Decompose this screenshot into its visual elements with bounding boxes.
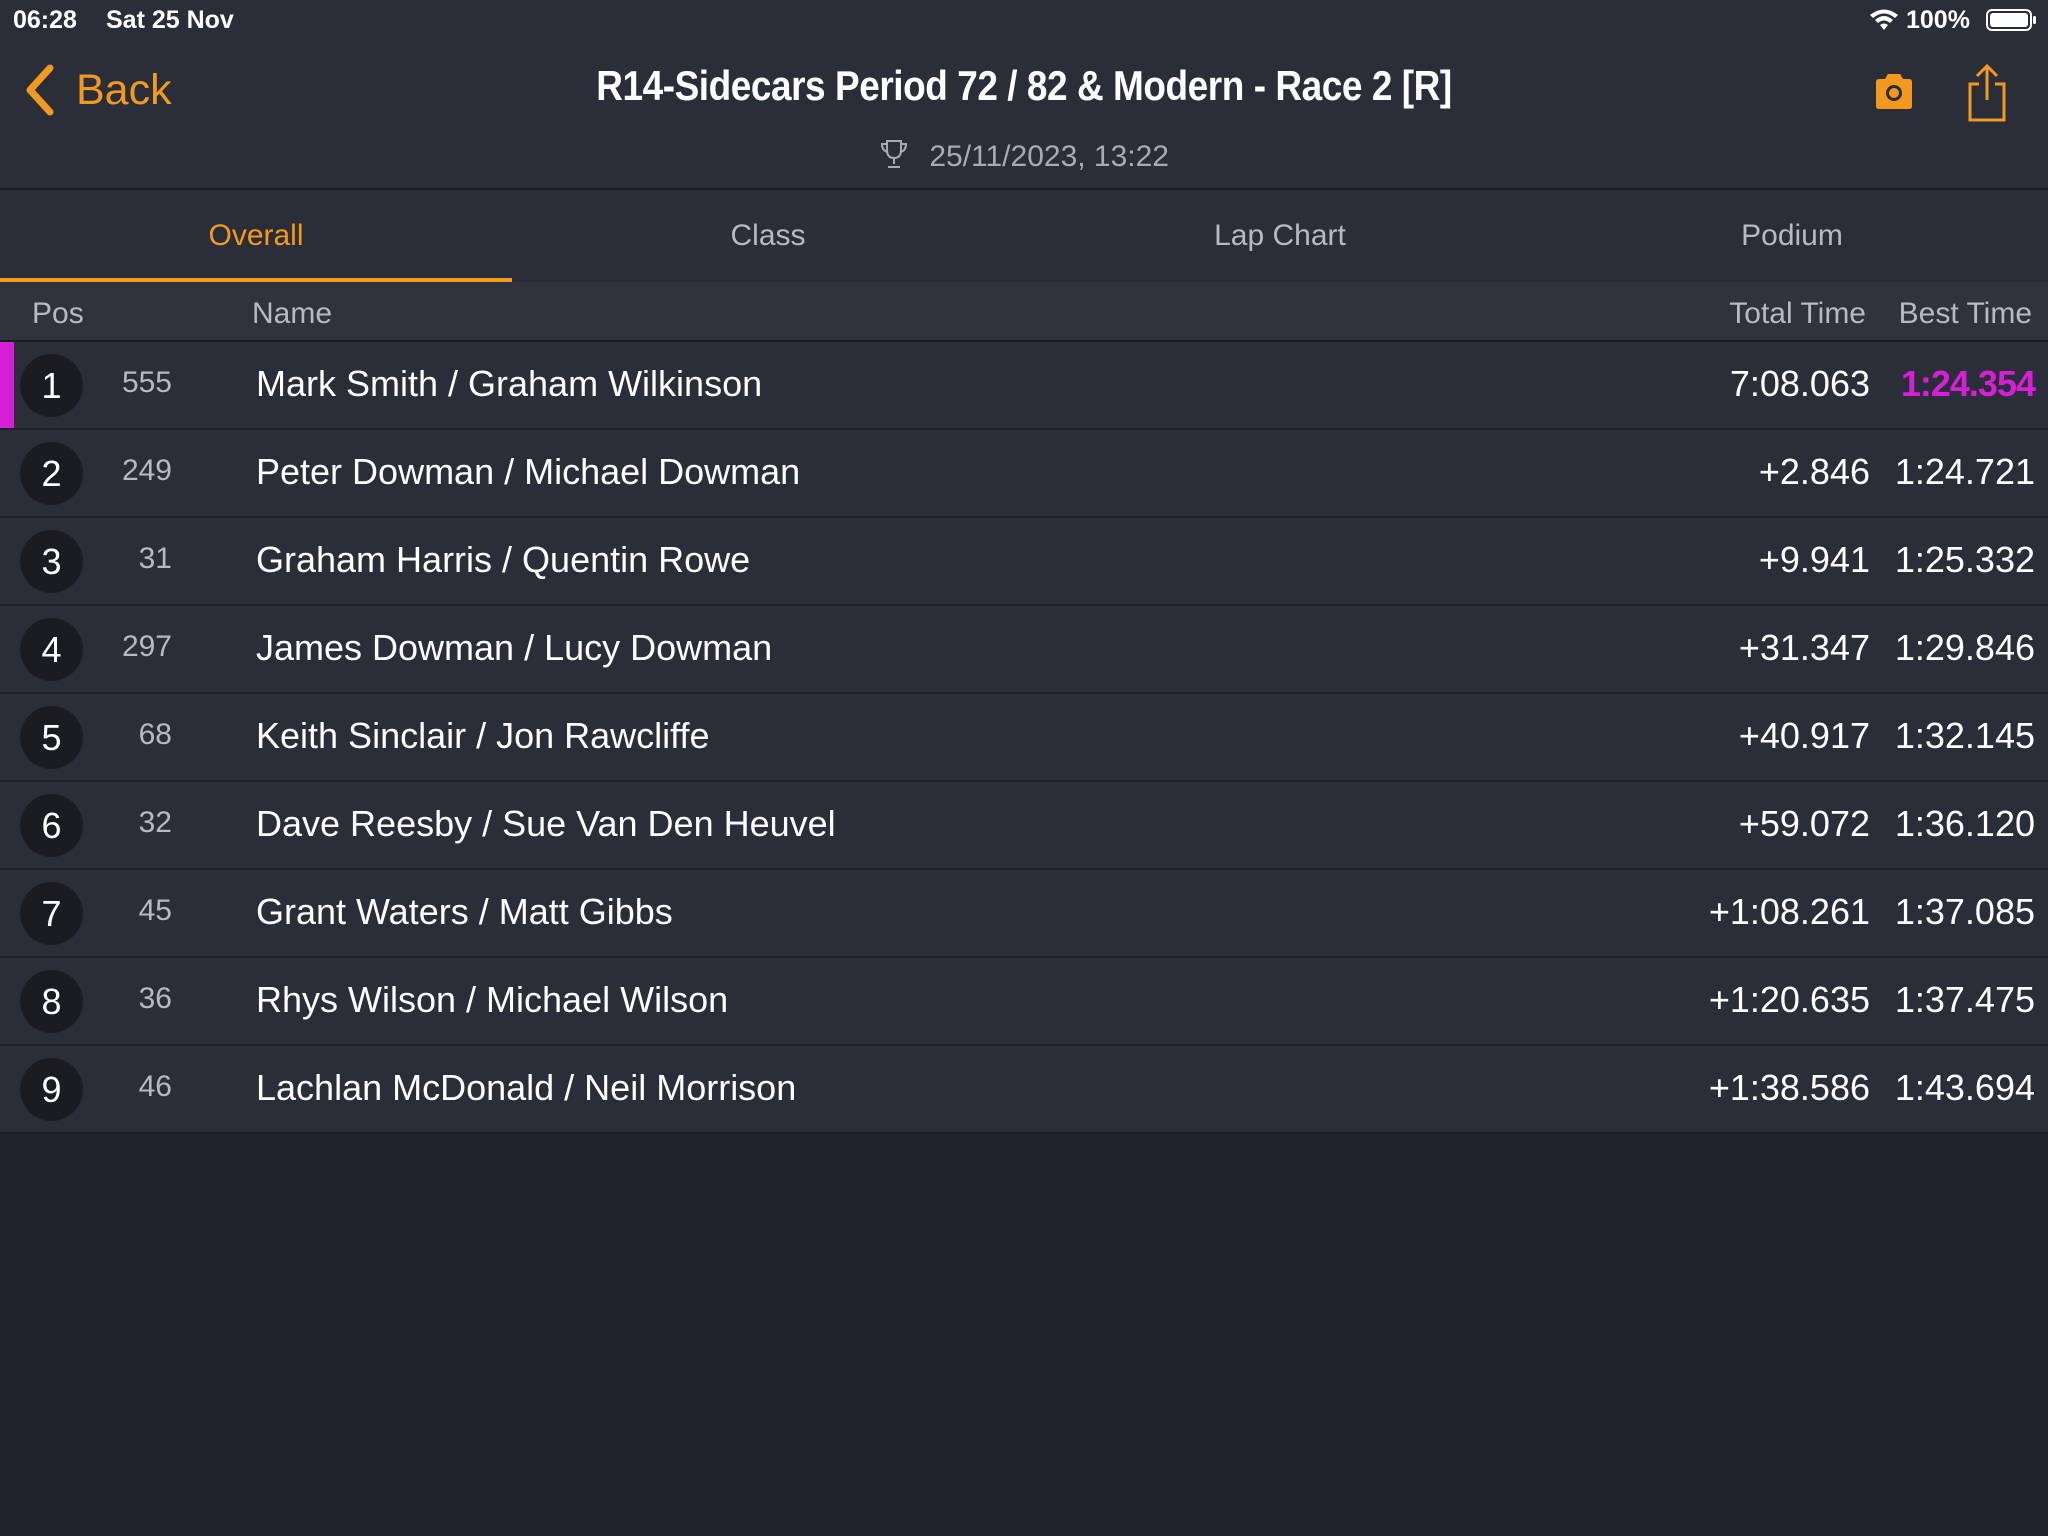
table-row[interactable]: 6 32 Dave Reesby / Sue Van Den Heuvel +5…: [0, 782, 2048, 870]
position-badge: 3: [20, 530, 83, 593]
column-header-name: Name: [252, 297, 333, 330]
competitor-name: Dave Reesby / Sue Van Den Heuvel: [256, 803, 836, 844]
trophy-icon: [880, 140, 907, 168]
table-row[interactable]: 3 31 Graham Harris / Quentin Rowe +9.941…: [0, 518, 2048, 606]
position-badge: 2: [20, 442, 83, 505]
column-header-total-time: Total Time: [1729, 297, 1866, 330]
race-timestamp: 25/11/2023, 13:22: [0, 138, 2048, 174]
table-row[interactable]: 9 46 Lachlan McDonald / Neil Morrison +1…: [0, 1046, 2048, 1134]
chevron-left-icon: [26, 64, 54, 116]
total-time: +59.072: [1738, 803, 1870, 844]
best-time: 1:37.085: [1894, 891, 2035, 932]
competitor-name: James Dowman / Lucy Dowman: [256, 627, 773, 668]
position-badge: 7: [20, 882, 83, 945]
battery-percentage: 100%: [1906, 6, 1970, 34]
position-badge: 9: [20, 1058, 83, 1121]
table-row[interactable]: 7 45 Grant Waters / Matt Gibbs +1:08.261…: [0, 870, 2048, 958]
fastest-lap-indicator: [0, 342, 14, 428]
best-time: 1:25.332: [1894, 539, 2035, 580]
battery-icon: [1986, 9, 2036, 31]
competitor-number: 249: [121, 454, 172, 487]
total-time: +31.347: [1738, 627, 1870, 668]
total-time: 7:08.063: [1729, 363, 1870, 404]
position-badge: 8: [20, 970, 83, 1033]
tab-lap-chart[interactable]: Lap Chart: [1024, 190, 1536, 282]
best-time: 1:29.846: [1894, 627, 2035, 668]
competitor-name: Keith Sinclair / Jon Rawcliffe: [256, 715, 710, 756]
competitor-number: 31: [138, 542, 172, 575]
column-header-best-time: Best Time: [1898, 297, 2032, 330]
column-header-pos: Pos: [32, 297, 84, 330]
competitor-number: 68: [138, 718, 172, 751]
total-time: +1:38.586: [1708, 1067, 1870, 1108]
competitor-number: 32: [138, 806, 172, 839]
total-time: +9.941: [1758, 539, 1870, 580]
tab-overall[interactable]: Overall: [0, 190, 512, 282]
competitor-name: Rhys Wilson / Michael Wilson: [256, 979, 729, 1020]
page-title: R14-Sidecars Period 72 / 82 & Modern - R…: [596, 62, 1452, 109]
tab-podium[interactable]: Podium: [1536, 190, 2048, 282]
position-badge: 4: [20, 618, 83, 681]
results-table-header: Pos Name Total Time Best Time: [0, 282, 2048, 342]
competitor-name: Mark Smith / Graham Wilkinson: [256, 363, 763, 404]
results-tabs: Overall Class Lap Chart Podium: [0, 190, 2048, 282]
navigation-header: Back R14-Sidecars Period 72 / 82 & Moder…: [0, 40, 2048, 190]
status-time: 06:28: [13, 6, 77, 34]
results-table: 1 555 Mark Smith / Graham Wilkinson 7:08…: [0, 342, 2048, 1134]
competitor-number: 46: [138, 1070, 172, 1103]
total-time: +2.846: [1758, 451, 1870, 492]
share-icon[interactable]: [1962, 62, 2012, 124]
competitor-name: Graham Harris / Quentin Rowe: [256, 539, 751, 580]
best-time: 1:24.721: [1894, 451, 2035, 492]
best-time: 1:36.120: [1894, 803, 2035, 844]
position-badge: 5: [20, 706, 83, 769]
best-time: 1:32.145: [1894, 715, 2035, 756]
best-time: 1:24.354: [1900, 363, 2036, 404]
table-row[interactable]: 8 36 Rhys Wilson / Michael Wilson +1:20.…: [0, 958, 2048, 1046]
competitor-number: 36: [138, 982, 172, 1015]
competitor-number: 297: [121, 630, 172, 663]
total-time: +40.917: [1738, 715, 1870, 756]
total-time: +1:08.261: [1708, 891, 1870, 932]
table-row[interactable]: 4 297 James Dowman / Lucy Dowman +31.347…: [0, 606, 2048, 694]
position-badge: 1: [20, 354, 83, 417]
competitor-number: 45: [138, 894, 172, 927]
competitor-name: Lachlan McDonald / Neil Morrison: [256, 1067, 797, 1108]
best-time: 1:37.475: [1894, 979, 2035, 1020]
best-time: 1:43.694: [1894, 1067, 2035, 1108]
table-row[interactable]: 2 249 Peter Dowman / Michael Dowman +2.8…: [0, 430, 2048, 518]
status-date: Sat 25 Nov: [106, 6, 234, 34]
total-time: +1:20.635: [1708, 979, 1870, 1020]
table-row[interactable]: 5 68 Keith Sinclair / Jon Rawcliffe +40.…: [0, 694, 2048, 782]
competitor-name: Peter Dowman / Michael Dowman: [256, 451, 801, 492]
status-bar: 06:28 Sat 25 Nov 100%: [0, 0, 2048, 40]
competitor-name: Grant Waters / Matt Gibbs: [256, 891, 673, 932]
position-badge: 6: [20, 794, 83, 857]
tab-class[interactable]: Class: [512, 190, 1024, 282]
table-row[interactable]: 1 555 Mark Smith / Graham Wilkinson 7:08…: [0, 342, 2048, 430]
wifi-icon: [1870, 9, 1898, 30]
competitor-number: 555: [121, 366, 172, 399]
timestamp-text: 25/11/2023, 13:22: [929, 140, 1169, 173]
camera-icon[interactable]: [1872, 70, 1916, 114]
